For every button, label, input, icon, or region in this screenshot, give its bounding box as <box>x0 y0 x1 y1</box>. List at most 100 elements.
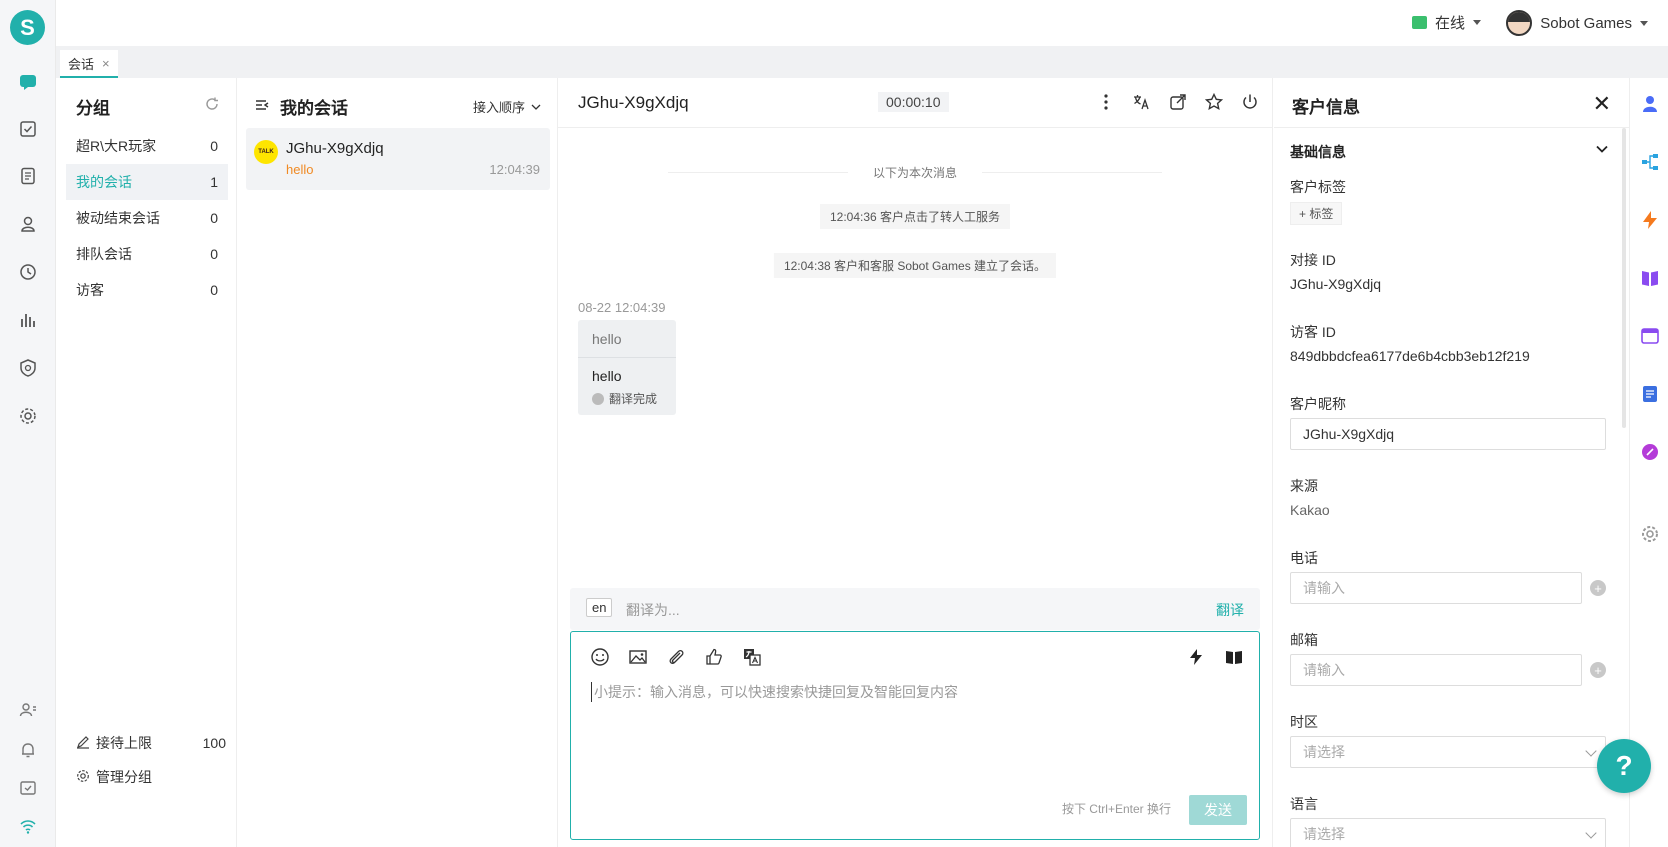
group-count: 0 <box>210 138 218 154</box>
power-icon[interactable] <box>1240 92 1260 112</box>
message-translation: hello 翻译完成 <box>578 358 676 415</box>
session-timer: 00:00:10 <box>878 92 949 112</box>
scrollbar[interactable] <box>1622 128 1626 428</box>
inbox-icon[interactable] <box>16 776 40 800</box>
image-icon[interactable] <box>627 646 649 668</box>
groups-title: 分组 <box>76 99 110 118</box>
close-icon[interactable]: ✕ <box>1593 91 1611 117</box>
nickname-label: 客户昵称 <box>1290 396 1346 412</box>
language-select[interactable]: 请选择 <box>1290 818 1606 847</box>
email-field[interactable]: 请输入 <box>1290 654 1582 686</box>
translate-tool-icon[interactable] <box>741 646 763 668</box>
group-item[interactable]: 超R\大R玩家 0 <box>66 128 228 164</box>
chevron-down-icon <box>1640 20 1648 26</box>
language-select[interactable]: en <box>586 598 613 617</box>
gear-icon[interactable] <box>1640 524 1660 544</box>
edit-icon <box>76 735 90 752</box>
group-item[interactable]: 排队会话 0 <box>66 236 228 272</box>
customer-profile-icon[interactable] <box>1640 94 1660 114</box>
send-button[interactable]: 发送 <box>1189 795 1247 825</box>
book-icon[interactable] <box>1223 646 1245 668</box>
add-tag-button[interactable]: + 标签 <box>1290 202 1343 225</box>
emoji-icon[interactable] <box>589 646 611 668</box>
right-rail <box>1629 78 1668 847</box>
tab-bar: 会话 × <box>56 46 1668 78</box>
quick-reply-icon[interactable] <box>1640 210 1660 230</box>
translate-status: 翻译完成 <box>592 390 662 407</box>
group-count: 0 <box>210 210 218 226</box>
shield-icon[interactable] <box>16 356 40 380</box>
visitor-id-value: 849dbbdcfea6177de6b4cbb3eb12f219 <box>1290 348 1530 364</box>
translate-button[interactable]: 翻译 <box>1216 600 1244 620</box>
task-icon[interactable] <box>16 117 40 141</box>
status-label: 在线 <box>1434 15 1465 32</box>
translate-status-label: 翻译完成 <box>609 392 658 406</box>
transfer-icon[interactable] <box>1168 92 1188 112</box>
phone-field[interactable]: 请输入 <box>1290 572 1582 604</box>
timezone-select[interactable]: 请选择 <box>1290 736 1606 768</box>
info-header: 客户信息 ✕ <box>1274 78 1629 128</box>
status-dropdown[interactable]: 在线 <box>1411 12 1481 33</box>
message-original: hello <box>578 320 676 358</box>
notes-icon[interactable] <box>1640 384 1660 404</box>
help-button[interactable]: ? <box>1597 739 1651 793</box>
knowledge-book-icon[interactable] <box>1640 268 1660 288</box>
refresh-icon[interactable] <box>204 96 220 115</box>
translate-icon[interactable] <box>1132 92 1152 112</box>
check-circle-icon <box>592 392 604 405</box>
group-item[interactable]: 访客 0 <box>66 272 228 308</box>
source-label: 来源 <box>1290 478 1318 494</box>
chat-panel: JGhu-X9gXdjq 00:00:10 以下为本次消息 12:04:36 客… <box>558 78 1273 847</box>
info-title: 客户信息 <box>1292 98 1360 117</box>
add-email-icon[interactable]: + <box>1590 662 1606 678</box>
composer-toolbar <box>589 646 763 668</box>
attachment-icon[interactable] <box>665 646 687 668</box>
section-basic-info[interactable]: 基础信息 <box>1290 142 1609 162</box>
group-item-active[interactable]: 我的会话 1 <box>66 164 228 200</box>
history-icon[interactable] <box>16 260 40 284</box>
stats-icon[interactable] <box>16 308 40 332</box>
logo[interactable]: S <box>10 10 45 45</box>
window-icon[interactable] <box>1640 326 1660 346</box>
add-phone-icon[interactable]: + <box>1590 580 1606 596</box>
wifi-icon[interactable] <box>16 814 40 838</box>
group-label: 超R\大R玩家 <box>76 138 157 154</box>
user-settings-icon[interactable] <box>16 698 40 722</box>
flow-icon[interactable] <box>1640 152 1660 172</box>
user-menu[interactable]: Sobot Games <box>1506 10 1648 36</box>
top-bar: 在线 Sobot Games <box>56 0 1668 46</box>
thumbs-up-icon[interactable] <box>703 646 725 668</box>
close-icon[interactable]: × <box>102 56 110 71</box>
bell-icon[interactable] <box>16 738 40 762</box>
group-count: 0 <box>210 282 218 298</box>
collapse-list-icon[interactable] <box>254 97 270 116</box>
manage-groups-button[interactable]: 管理分组 <box>76 767 226 787</box>
composer-toolbar-right <box>1185 646 1245 668</box>
limit-value: 100 <box>202 735 226 751</box>
reception-limit[interactable]: 接待上限 100 <box>76 733 226 753</box>
group-item[interactable]: 被动结束会话 0 <box>66 200 228 236</box>
groups-panel: 分组 超R\大R玩家 0 我的会话 1 被动结束会话 0 排队会话 0 访客 0 接待上限… <box>56 78 237 847</box>
translate-input[interactable]: 翻译为... <box>626 600 680 620</box>
avatar <box>1506 10 1533 36</box>
system-message: 12:04:36 客户点击了转人工服务 <box>819 204 1011 229</box>
tab-label: 会话 <box>68 56 95 72</box>
chat-icon[interactable] <box>16 70 40 94</box>
session-item[interactable]: TALK JGhu-X9gXdjq hello 12:04:39 <box>246 128 550 190</box>
settings-icon[interactable] <box>16 404 40 428</box>
tab-conversation[interactable]: 会话 × <box>60 50 118 78</box>
message-composer[interactable]: 小提示：输入消息，可以快速搜索快捷回复及智能回复内容 按下 Ctrl+Enter… <box>570 631 1260 840</box>
document-icon[interactable] <box>16 164 40 188</box>
customer-icon[interactable] <box>16 212 40 236</box>
more-icon[interactable] <box>1096 92 1116 112</box>
order-dropdown[interactable]: 接入顺序 <box>473 97 541 116</box>
compass-icon[interactable] <box>1640 442 1660 462</box>
message-time: 08-22 12:04:39 <box>578 300 666 315</box>
composer-input[interactable]: 小提示：输入消息，可以快速搜索快捷回复及智能回复内容 <box>591 682 958 702</box>
nickname-field[interactable]: JGhu-X9gXdjq <box>1290 418 1606 450</box>
app-root: S 在线 Sobot Games 会话 × 分组 超R\大R玩家 0 我的会话 … <box>0 0 1668 847</box>
chevron-down-icon <box>1473 20 1481 25</box>
lightning-icon[interactable] <box>1185 646 1207 668</box>
star-icon[interactable] <box>1204 92 1224 112</box>
message-bubble[interactable]: hello hello 翻译完成 <box>578 320 676 415</box>
